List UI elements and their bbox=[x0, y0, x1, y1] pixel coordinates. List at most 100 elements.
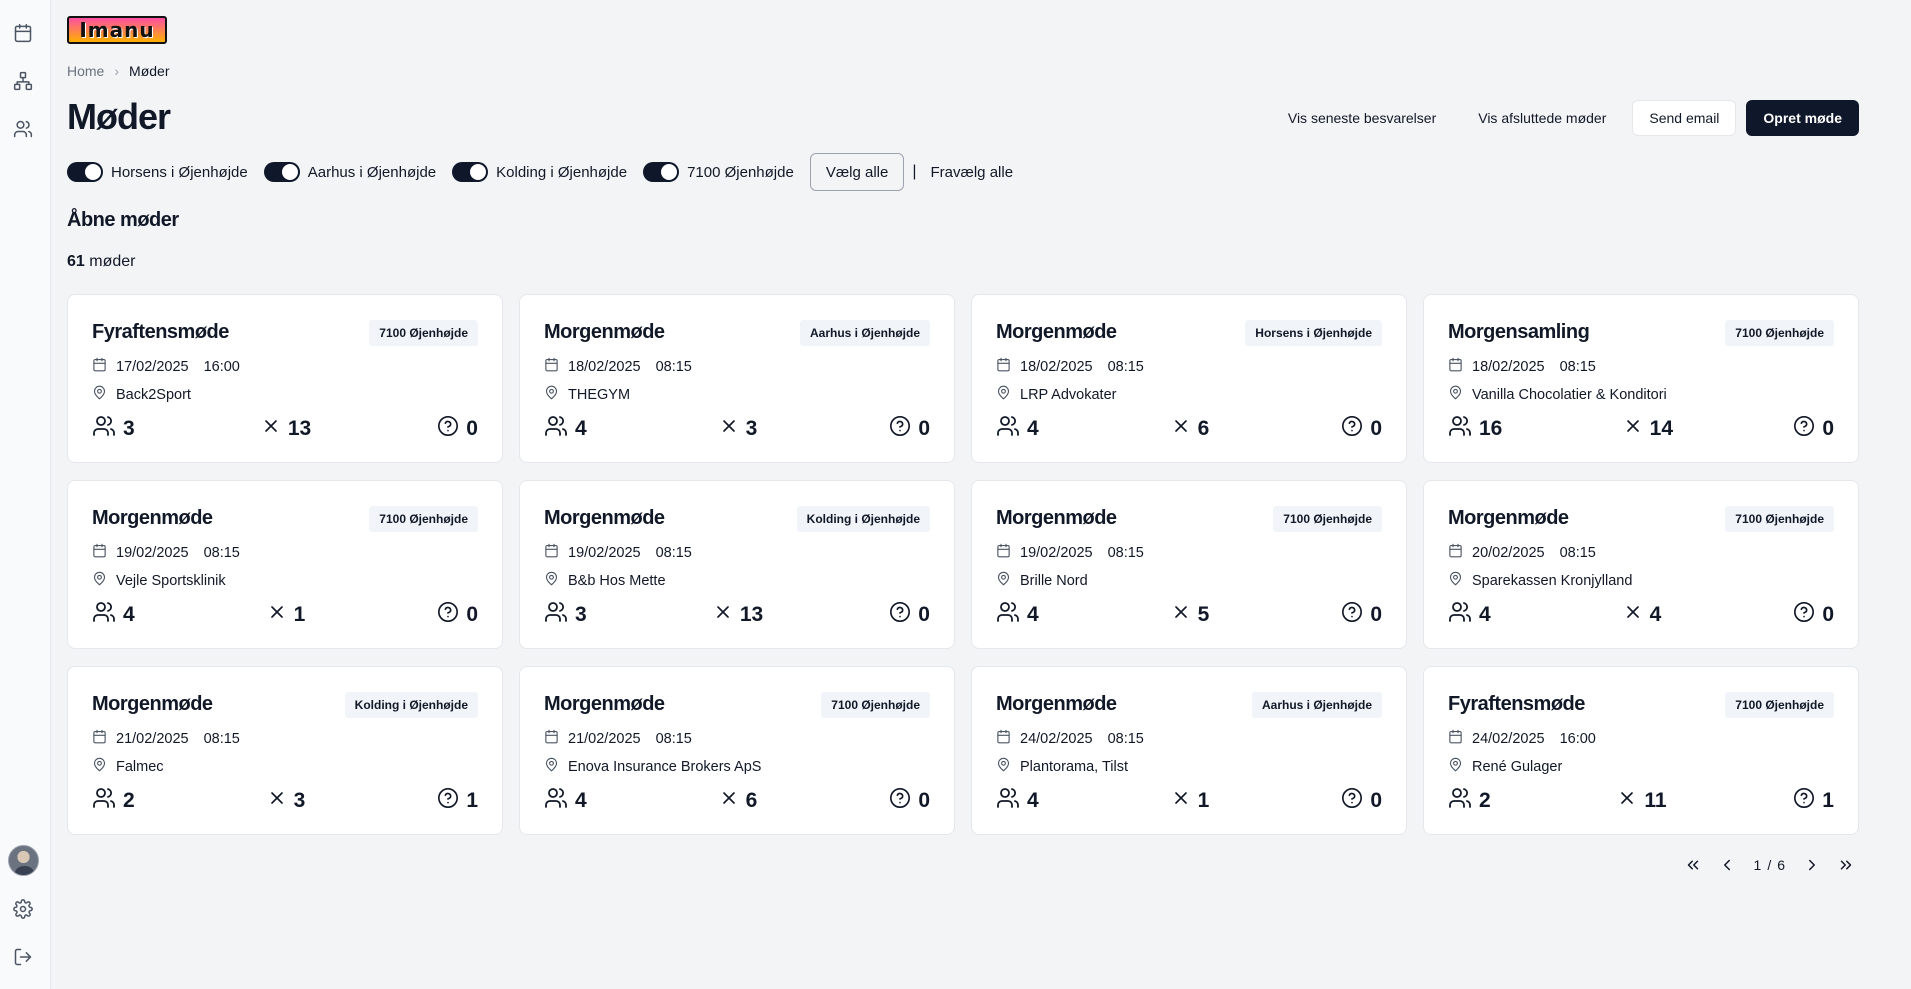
meeting-card[interactable]: Fyraftensmøde 7100 Øjenhøjde 24/02/2025 16:… bbox=[1423, 666, 1859, 835]
declined-count: 14 bbox=[1649, 417, 1674, 440]
declined-stat: 3 bbox=[267, 788, 305, 814]
users-icon bbox=[996, 600, 1020, 630]
x-icon bbox=[267, 602, 287, 628]
meeting-datetime: 18/02/2025 08:15 bbox=[996, 357, 1144, 376]
logo[interactable]: Imanu bbox=[67, 16, 167, 44]
unknown-stat: 0 bbox=[889, 787, 930, 815]
meeting-time: 08:15 bbox=[1107, 358, 1144, 375]
calendar-icon bbox=[1448, 357, 1463, 376]
meeting-card[interactable]: Morgenmøde 7100 Øjenhøjde 21/02/2025 08:15 E… bbox=[519, 666, 955, 835]
meeting-title: Morgensamling bbox=[1448, 321, 1590, 343]
map-pin-icon bbox=[996, 757, 1011, 776]
chevrons-left-icon[interactable] bbox=[1680, 852, 1706, 878]
declined-count: 13 bbox=[287, 417, 312, 440]
meeting-time: 08:15 bbox=[203, 544, 240, 561]
x-icon bbox=[1171, 416, 1191, 442]
meeting-time: 08:15 bbox=[655, 544, 692, 561]
chevrons-right-icon[interactable] bbox=[1833, 852, 1859, 878]
meeting-datetime: 18/02/2025 08:15 bbox=[1448, 357, 1596, 376]
meeting-card[interactable]: Morgenmøde Kolding i Øjenhøjde 19/02/2025 0… bbox=[519, 480, 955, 649]
group-filters: Horsens i Øjenhøjde Aarhus i Øjenhøjde K… bbox=[67, 153, 1013, 191]
declined-stat: 3 bbox=[719, 416, 757, 442]
calendar-icon bbox=[92, 729, 107, 748]
logout-icon[interactable] bbox=[11, 945, 35, 969]
attending-count: 4 bbox=[1027, 417, 1039, 440]
filter-7100[interactable]: 7100 Øjenhøjde bbox=[643, 162, 794, 182]
meeting-location: THEGYM bbox=[544, 385, 630, 404]
meeting-time: 08:15 bbox=[655, 358, 692, 375]
avatar[interactable] bbox=[8, 845, 39, 876]
unknown-count: 0 bbox=[466, 603, 478, 626]
send-email-button[interactable]: Send email bbox=[1632, 100, 1737, 136]
users-icon[interactable] bbox=[11, 117, 35, 141]
help-circle-icon bbox=[889, 601, 911, 629]
meeting-datetime: 19/02/2025 08:15 bbox=[544, 543, 692, 562]
meeting-date: 18/02/2025 bbox=[1020, 358, 1093, 375]
toggle-switch[interactable] bbox=[643, 162, 680, 182]
meeting-datetime: 20/02/2025 08:15 bbox=[1448, 543, 1596, 562]
users-icon bbox=[996, 786, 1020, 816]
filter-horsens[interactable]: Horsens i Øjenhøjde bbox=[67, 162, 248, 182]
map-pin-icon bbox=[92, 757, 107, 776]
users-icon bbox=[544, 414, 568, 444]
meeting-card[interactable]: Morgenmøde Aarhus i Øjenhøjde 18/02/2025 08… bbox=[519, 294, 955, 463]
location-name: Vejle Sportsklinik bbox=[116, 572, 226, 589]
users-icon bbox=[1448, 786, 1472, 816]
select-all-button[interactable]: Vælg alle bbox=[809, 153, 905, 191]
meeting-card[interactable]: Morgenmøde Horsens i Øjenhøjde 18/02/2025 0… bbox=[971, 294, 1407, 463]
chevron-left-icon[interactable] bbox=[1714, 852, 1740, 878]
help-circle-icon bbox=[1793, 787, 1815, 815]
meeting-card[interactable]: Morgensamling 7100 Øjenhøjde 18/02/2025 08:… bbox=[1423, 294, 1859, 463]
map-pin-icon bbox=[544, 385, 559, 404]
unknown-stat: 0 bbox=[1341, 787, 1382, 815]
group-badge: Horsens i Øjenhøjde bbox=[1245, 320, 1382, 346]
toggle-switch[interactable] bbox=[452, 162, 489, 182]
breadcrumb-home-link[interactable]: Home bbox=[67, 63, 104, 79]
latest-responses-button[interactable]: Vis seneste besvarelser bbox=[1272, 100, 1452, 136]
declined-stat: 1 bbox=[1171, 788, 1210, 814]
deselect-all-button[interactable]: Fravælg alle bbox=[931, 164, 1014, 181]
declined-count: 13 bbox=[739, 603, 764, 626]
meeting-card[interactable]: Fyraftensmøde 7100 Øjenhøjde 17/02/2025 16:… bbox=[67, 294, 503, 463]
chevron-right-icon[interactable] bbox=[1799, 852, 1825, 878]
location-name: Brille Nord bbox=[1020, 572, 1088, 589]
meeting-title: Morgenmøde bbox=[92, 507, 213, 529]
meeting-datetime: 18/02/2025 08:15 bbox=[544, 357, 692, 376]
unknown-stat: 0 bbox=[437, 601, 478, 629]
declined-count: 1 bbox=[1197, 789, 1210, 812]
x-icon bbox=[1171, 602, 1191, 628]
meeting-card[interactable]: Morgenmøde 7100 Øjenhøjde 19/02/2025 08:15 B… bbox=[971, 480, 1407, 649]
closed-meetings-button[interactable]: Vis afsluttede møder bbox=[1462, 100, 1622, 136]
help-circle-icon bbox=[889, 415, 911, 443]
meeting-stats: 2 3 1 bbox=[92, 788, 478, 814]
attending-count: 2 bbox=[123, 789, 135, 812]
meeting-card[interactable]: Morgenmøde 7100 Øjenhøjde 19/02/2025 08:15 V… bbox=[67, 480, 503, 649]
org-chart-icon[interactable] bbox=[11, 69, 35, 93]
declined-count: 6 bbox=[745, 789, 758, 812]
attending-count: 4 bbox=[575, 789, 587, 812]
declined-count: 1 bbox=[293, 603, 306, 626]
meeting-card[interactable]: Morgenmøde Kolding i Øjenhøjde 21/02/2025 0… bbox=[67, 666, 503, 835]
x-icon bbox=[267, 788, 287, 814]
filter-kolding[interactable]: Kolding i Øjenhøjde bbox=[452, 162, 627, 182]
meeting-date: 24/02/2025 bbox=[1020, 730, 1093, 747]
users-icon bbox=[1448, 414, 1472, 444]
attending-count: 3 bbox=[575, 603, 587, 626]
attending-count: 4 bbox=[1027, 789, 1039, 812]
calendar-icon[interactable] bbox=[11, 21, 35, 45]
meeting-card[interactable]: Morgenmøde 7100 Øjenhøjde 20/02/2025 08:15 S… bbox=[1423, 480, 1859, 649]
attending-stat: 2 bbox=[92, 786, 135, 816]
sidebar bbox=[0, 0, 51, 989]
filter-aarhus[interactable]: Aarhus i Øjenhøjde bbox=[263, 162, 436, 182]
meeting-title: Morgenmøde bbox=[996, 321, 1117, 343]
group-badge: 7100 Øjenhøjde bbox=[369, 320, 478, 346]
meeting-card[interactable]: Morgenmøde Aarhus i Øjenhøjde 24/02/2025 08… bbox=[971, 666, 1407, 835]
map-pin-icon bbox=[1448, 757, 1463, 776]
meeting-date: 19/02/2025 bbox=[568, 544, 641, 561]
count-number: 61 bbox=[67, 253, 85, 270]
settings-icon[interactable] bbox=[11, 897, 35, 921]
toggle-switch[interactable] bbox=[67, 162, 103, 182]
toggle-switch[interactable] bbox=[263, 162, 300, 182]
map-pin-icon bbox=[544, 757, 559, 776]
create-meeting-button[interactable]: Opret møde bbox=[1746, 100, 1859, 136]
